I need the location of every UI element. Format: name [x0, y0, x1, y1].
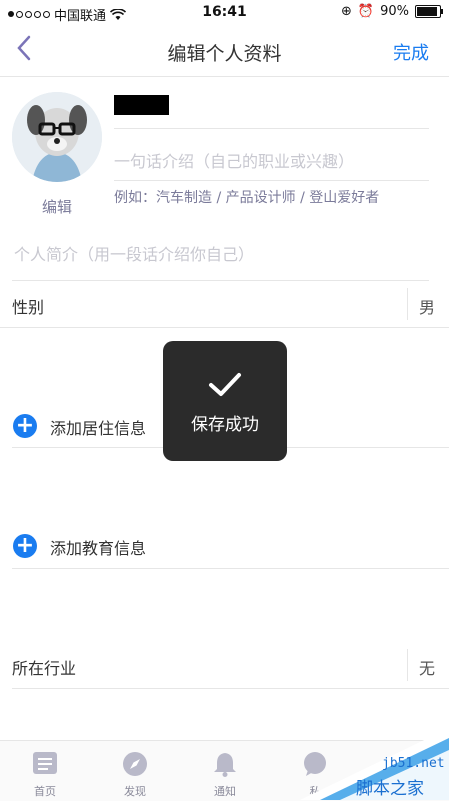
industry-label: 所在行业 — [12, 659, 77, 678]
divider — [12, 568, 449, 569]
page-title: 编辑个人资料 — [167, 43, 282, 65]
status-right: ⊕ ⏰ 90% — [341, 4, 443, 19]
divider — [12, 688, 449, 689]
industry-row[interactable]: 所在行业 无 — [0, 642, 449, 688]
add-education-row[interactable]: + 添加教育信息 — [0, 526, 449, 566]
tab-home[interactable]: 首页 — [0, 741, 90, 801]
divider — [0, 327, 449, 328]
watermark-site: jb51.net — [382, 756, 445, 771]
name-field[interactable] — [114, 95, 169, 115]
done-button[interactable]: 完成 — [393, 39, 429, 65]
navigation-bar: 编辑个人资料 完成 — [0, 26, 449, 77]
checkmark-icon — [163, 371, 287, 403]
home-icon — [0, 751, 90, 779]
add-education-label: 添加教育信息 — [50, 539, 147, 558]
gender-row[interactable]: 性别 男 — [0, 281, 449, 327]
gender-label: 性别 — [12, 298, 45, 317]
avatar-dog-image — [12, 92, 102, 182]
watermark-name: 脚本之家 — [356, 779, 424, 799]
add-residence-label: 添加居住信息 — [50, 419, 147, 438]
divider — [407, 288, 408, 320]
gender-value[interactable]: 男 — [419, 294, 435, 318]
tab-discover-label: 发现 — [124, 785, 146, 798]
tab-home-label: 首页 — [34, 785, 56, 798]
divider — [114, 128, 429, 129]
plus-icon: + — [13, 414, 37, 438]
intro-input[interactable]: 一句话介绍（自己的职业或兴趣） — [114, 148, 354, 172]
bell-icon — [180, 751, 270, 781]
compass-icon — [90, 751, 180, 781]
plus-icon: + — [13, 534, 37, 558]
rotation-lock-icon: ⊕ — [341, 4, 352, 19]
divider — [114, 180, 429, 181]
edit-avatar-label[interactable]: 编辑 — [12, 196, 102, 217]
battery-fill — [417, 7, 437, 16]
status-bar: 中国联通 16:41 ⊕ ⏰ 90% — [0, 0, 449, 26]
battery-percent: 90% — [380, 4, 409, 19]
toast-message: 保存成功 — [191, 415, 259, 435]
industry-value[interactable]: 无 — [419, 655, 435, 679]
divider — [407, 649, 408, 681]
bio-input[interactable]: 个人简介（用一段话介绍你自己） — [14, 241, 254, 265]
tab-notifications-label: 通知 — [214, 785, 236, 798]
intro-example-text: 例如：汽车制造 / 产品设计师 / 登山爱好者 — [114, 190, 380, 206]
tab-notifications[interactable]: 通知 — [180, 741, 270, 801]
tab-discover[interactable]: 发现 — [90, 741, 180, 801]
save-success-toast: 保存成功 — [163, 341, 287, 461]
alarm-icon: ⏰ — [357, 4, 375, 19]
battery-icon — [415, 5, 443, 18]
avatar[interactable] — [12, 92, 102, 182]
